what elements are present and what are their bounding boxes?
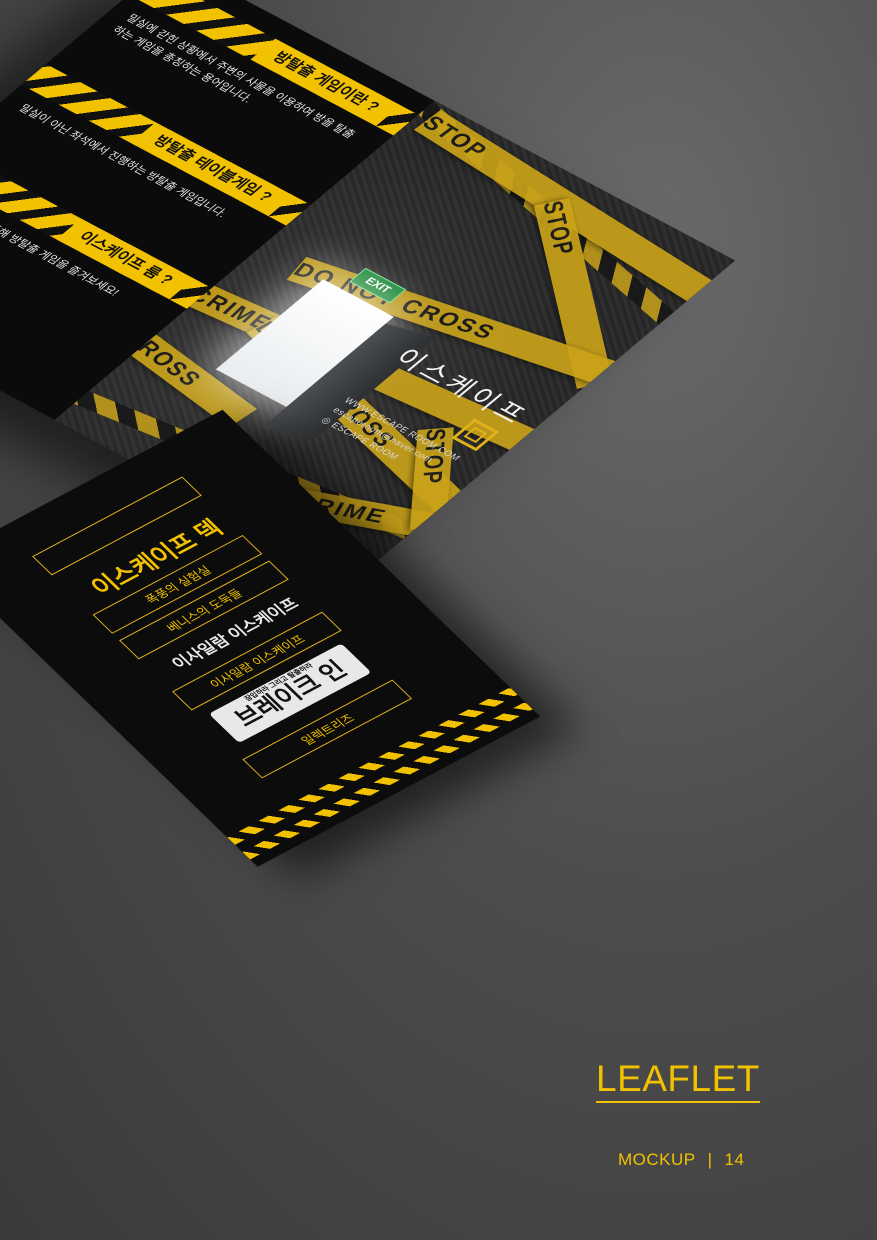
caption-subtitle: MOCKUP | 14: [618, 1150, 744, 1170]
caption-divider: [596, 1101, 760, 1103]
section-heading: 이스케이프 룸 ?: [56, 218, 195, 300]
mockup-stage: 방탈출 게임이란 ? 밀실에 갇힌 상황에서 주변의 사물을 이용하여 방을 탈…: [0, 0, 877, 1240]
caption-page-number: 14: [724, 1150, 745, 1169]
caption-separator: |: [707, 1150, 713, 1169]
caption-mockup-label: MOCKUP: [618, 1150, 696, 1169]
hazard-stripe: [242, 701, 533, 860]
caption-title: LEAFLET: [596, 1058, 760, 1099]
